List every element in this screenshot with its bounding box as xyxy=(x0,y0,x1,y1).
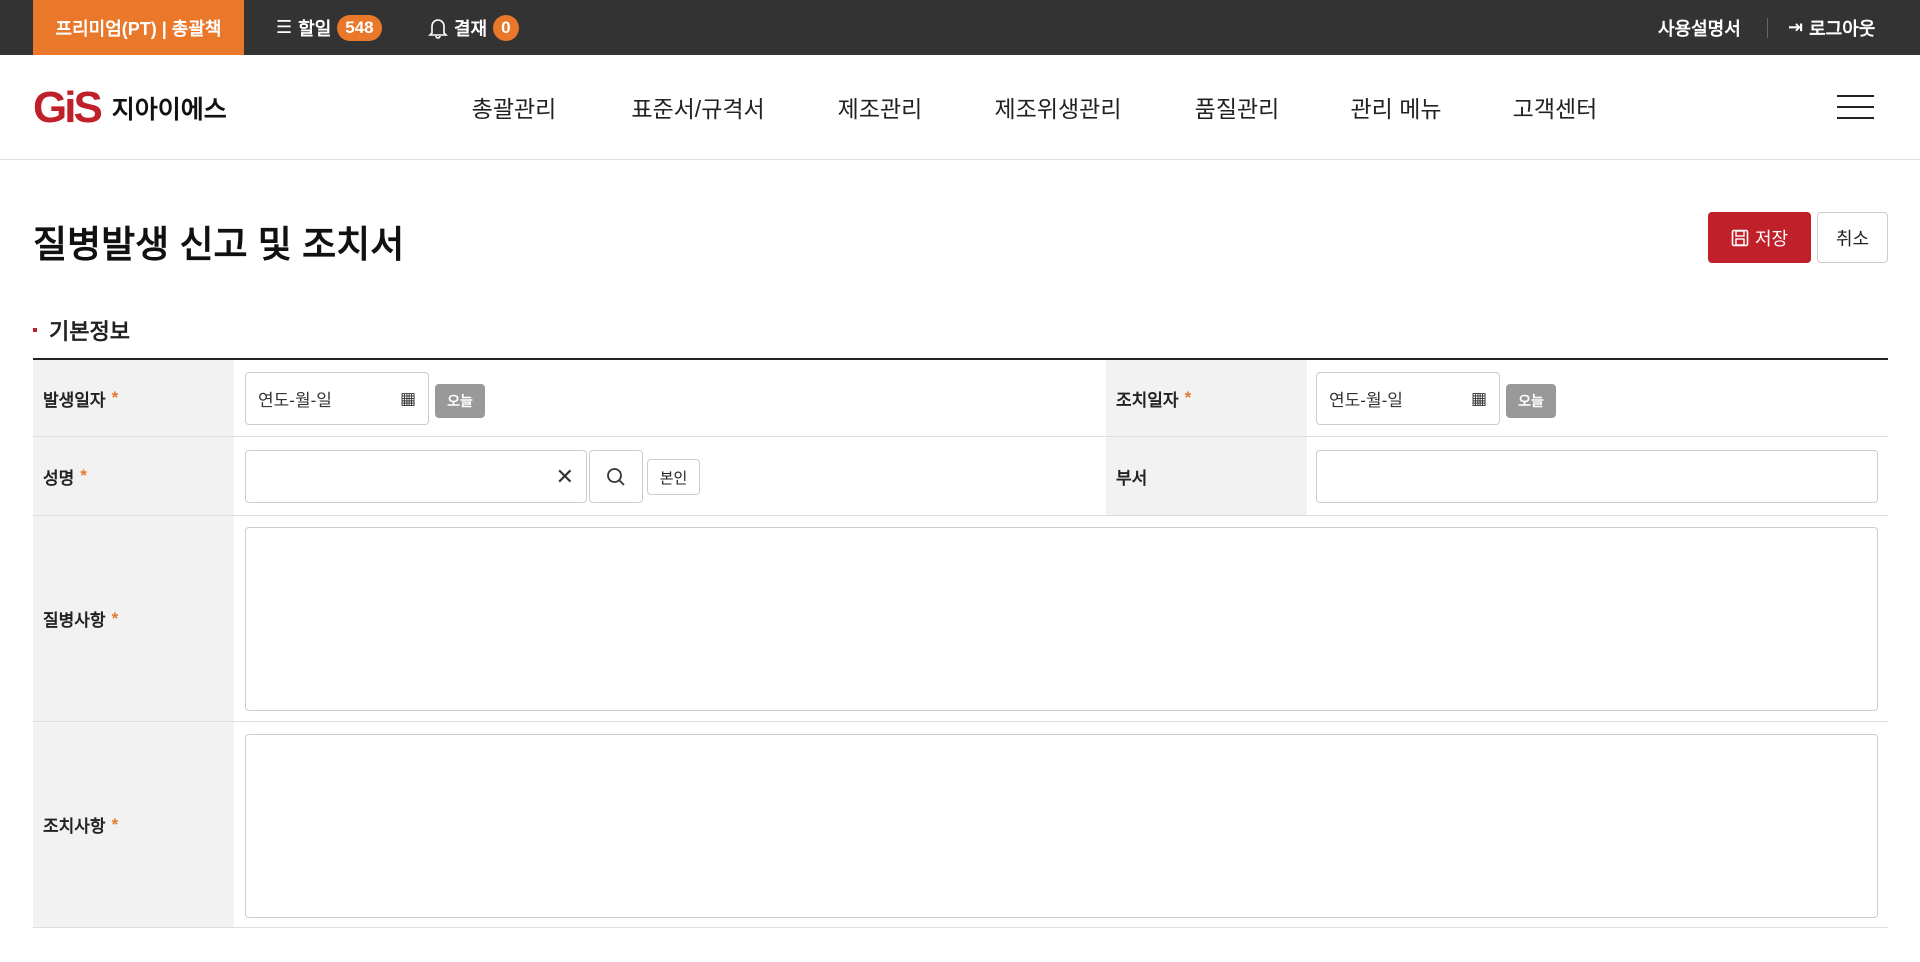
save-button[interactable]: 저장 xyxy=(1708,212,1811,263)
todo-count: 548 xyxy=(337,14,382,41)
name-input[interactable]: ✕ xyxy=(245,450,587,503)
main-header: GiS 지아이에스 총괄관리 표준서/규격서 제조관리 제조위생관리 품질관리 … xyxy=(0,55,1920,160)
approval-label: 결재 xyxy=(454,18,488,39)
form-row: 성명 * ✕ 본인 부서 xyxy=(33,437,1888,516)
form-row: 발생일자 * 연도-월-일 ▦ 오늘 조치일자 * 연도-월-일 ▦ 오늘 xyxy=(33,360,1888,437)
save-icon xyxy=(1731,229,1749,246)
calendar-icon: ▦ xyxy=(1470,388,1487,408)
approval-count: 0 xyxy=(493,14,519,41)
action-date-input[interactable]: 연도-월-일 ▦ xyxy=(1316,372,1500,425)
field-label: 조치일자 * xyxy=(1106,360,1307,436)
occur-date-input[interactable]: 연도-월-일 ▦ xyxy=(245,372,429,425)
logo[interactable]: GiS 지아이에스 xyxy=(33,83,227,133)
divider xyxy=(1767,18,1768,38)
disease-textarea[interactable] xyxy=(245,527,1878,711)
bullet-icon xyxy=(33,328,37,332)
search-button[interactable] xyxy=(589,450,643,503)
field-label: 부서 xyxy=(1106,437,1307,515)
logo-mark: GiS xyxy=(33,83,103,132)
approval-link[interactable]: 결재 0 xyxy=(428,0,519,55)
section-heading: 기본정보 xyxy=(33,314,130,346)
clear-icon[interactable]: ✕ xyxy=(556,464,574,490)
nav-item[interactable]: 고객센터 xyxy=(1513,90,1598,124)
logo-text: 지아이에스 xyxy=(111,96,227,124)
dept-input[interactable] xyxy=(1316,450,1878,503)
nav-item[interactable]: 표준서/규격서 xyxy=(631,90,764,124)
manual-link[interactable]: 사용설명서 xyxy=(1658,0,1741,55)
action-textarea[interactable] xyxy=(245,734,1878,918)
section-title: 기본정보 xyxy=(49,319,130,344)
save-label: 저장 xyxy=(1754,228,1789,249)
nav-item[interactable]: 제조관리 xyxy=(838,90,923,124)
form-table: 발생일자 * 연도-월-일 ▦ 오늘 조치일자 * 연도-월-일 ▦ 오늘 성명 * ✕ … xyxy=(33,358,1888,928)
calendar-icon: ▦ xyxy=(399,388,416,408)
hamburger-menu-icon[interactable] xyxy=(1837,95,1874,119)
page-title: 질병발생 신고 및 조치서 xyxy=(33,224,405,265)
logout-label: 로그아웃 xyxy=(1809,18,1876,39)
top-bar: 프리미엄(PT) | 총괄책 ☰ 할일 548 결재 0 사용설명서 ⇥ 로그아… xyxy=(0,0,1920,55)
self-button[interactable]: 본인 xyxy=(647,459,700,495)
bell-icon xyxy=(428,18,448,39)
plan-badge[interactable]: 프리미엄(PT) | 총괄책 xyxy=(33,0,244,55)
nav-item[interactable]: 제조위생관리 xyxy=(995,90,1122,124)
field-label: 질병사항 * xyxy=(33,516,234,721)
logout-icon: ⇥ xyxy=(1788,17,1804,37)
form-row: 질병사항 * xyxy=(33,516,1888,722)
nav-item[interactable]: 관리 메뉴 xyxy=(1350,90,1441,124)
logout-link[interactable]: ⇥ 로그아웃 xyxy=(1788,0,1875,55)
todo-label: 할일 xyxy=(298,18,332,39)
cancel-button[interactable]: 취소 xyxy=(1817,212,1888,263)
list-icon: ☰ xyxy=(276,17,293,37)
search-icon xyxy=(607,467,625,486)
field-label: 조치사항 * xyxy=(33,722,234,927)
action-today-button[interactable]: 오늘 xyxy=(1506,384,1556,418)
nav-item[interactable]: 품질관리 xyxy=(1195,90,1280,124)
field-label: 발생일자 * xyxy=(33,360,234,436)
field-label: 성명 * xyxy=(33,437,234,515)
nav-item[interactable]: 총괄관리 xyxy=(472,90,557,124)
occur-today-button[interactable]: 오늘 xyxy=(435,384,485,418)
form-row: 조치사항 * xyxy=(33,722,1888,928)
todo-link[interactable]: ☰ 할일 548 xyxy=(276,0,382,55)
